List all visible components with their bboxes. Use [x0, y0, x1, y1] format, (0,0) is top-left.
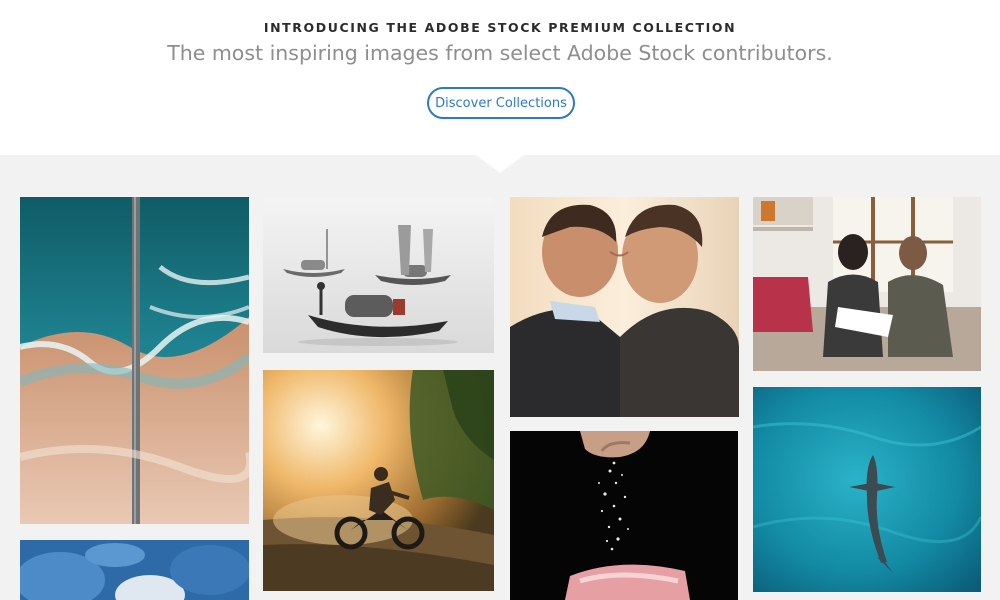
gallery-image-couple-kiss[interactable]	[510, 197, 739, 417]
gallery-image-fishing-boats[interactable]	[263, 197, 494, 353]
gallery-image-blue-fabric[interactable]	[20, 540, 249, 600]
hero-headline: The most inspiring images from select Ad…	[167, 41, 833, 65]
gallery-image-salting-meat[interactable]	[510, 431, 738, 600]
gallery-image-office-meeting[interactable]	[753, 197, 981, 371]
gallery-image-motorcycle-rider[interactable]	[263, 370, 494, 591]
discover-collections-button[interactable]: Discover Collections	[427, 87, 575, 119]
gallery-image-shark-underwater[interactable]	[753, 387, 981, 592]
hero-section: INTRODUCING THE ADOBE STOCK PREMIUM COLL…	[0, 0, 1000, 155]
hero-eyebrow: INTRODUCING THE ADOBE STOCK PREMIUM COLL…	[263, 20, 737, 35]
gallery-image-aerial-beach[interactable]	[20, 197, 249, 524]
section-notch	[476, 155, 524, 173]
